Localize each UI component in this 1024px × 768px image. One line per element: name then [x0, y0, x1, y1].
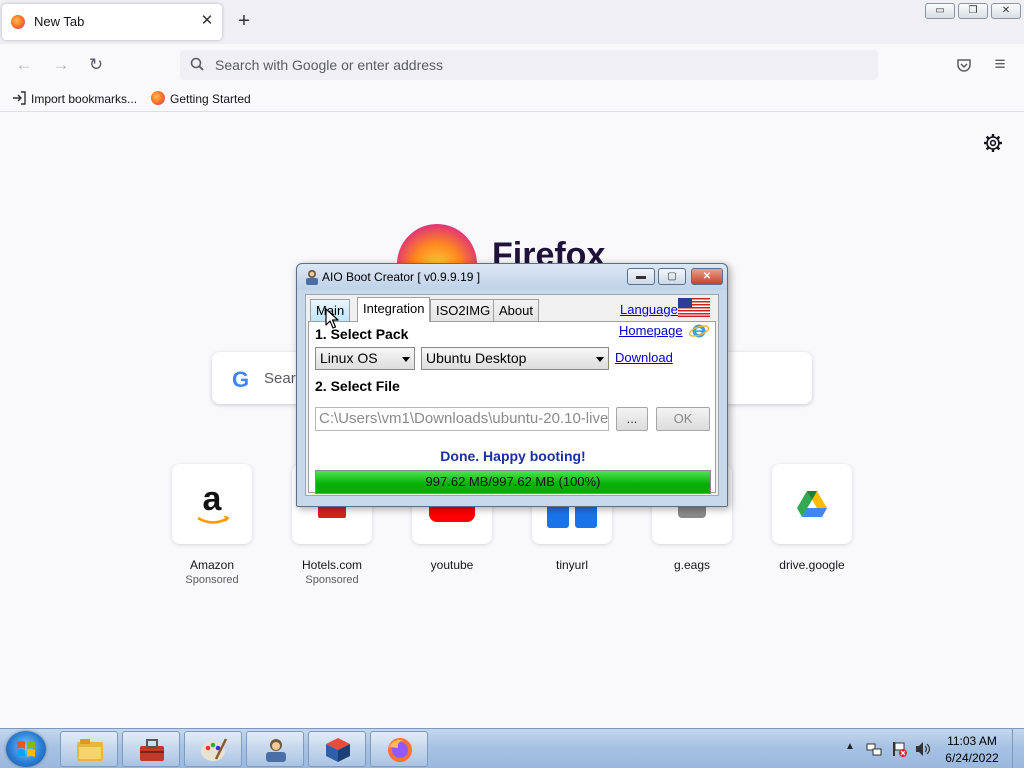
- pack-os-value: Linux OS: [320, 350, 378, 366]
- taskbar-aio-boot[interactable]: [246, 731, 304, 767]
- bookmark-import[interactable]: Import bookmarks...: [12, 91, 137, 106]
- tab-iso2img[interactable]: ISO2IMG: [430, 299, 497, 321]
- integration-panel: 1. Select Pack Homepage Linux OS Ubuntu …: [308, 321, 716, 494]
- top-site-title: Amazon: [189, 558, 235, 572]
- internet-explorer-icon[interactable]: [688, 322, 710, 340]
- box-3d-icon: [326, 738, 350, 762]
- gear-icon[interactable]: [983, 133, 1003, 153]
- top-site-title: tinyurl: [555, 558, 588, 572]
- aio-minimize-button[interactable]: ▬: [627, 268, 655, 285]
- homepage-link[interactable]: Homepage: [619, 323, 683, 338]
- language-link[interactable]: Language: [620, 302, 678, 317]
- pack-os-select[interactable]: Linux OS: [315, 347, 415, 370]
- chevron-down-icon: [402, 357, 410, 362]
- top-site-title: youtube: [430, 558, 474, 572]
- us-flag-icon[interactable]: [678, 298, 710, 317]
- tab-bar: New Tab ✕ + ▭ ❐ ✕: [0, 0, 1024, 44]
- aio-window-title: AIO Boot Creator [ v0.9.9.19 ]: [322, 270, 481, 284]
- aio-boot-icon: [306, 270, 318, 285]
- ok-button[interactable]: OK: [656, 407, 710, 431]
- bookmarks-toolbar: Import bookmarks... Getting Started: [0, 86, 1024, 112]
- sponsored-label: Sponsored: [185, 574, 239, 586]
- chevron-down-icon: [596, 357, 604, 362]
- aio-titlebar[interactable]: AIO Boot Creator [ v0.9.9.19 ] ▬ ▢ ✕: [297, 264, 727, 290]
- network-icon[interactable]: [866, 741, 882, 757]
- start-button[interactable]: [6, 731, 46, 767]
- volume-icon[interactable]: [915, 741, 931, 757]
- aio-body: Main Integration ISO2IMG About Language …: [305, 294, 719, 496]
- mouse-cursor-icon: [325, 308, 339, 329]
- progress-bar: 997.62 MB/997.62 MB (100%): [315, 470, 711, 494]
- aio-close-button[interactable]: ✕: [691, 268, 723, 285]
- top-site-amazon[interactable]: a Amazon Sponsored: [162, 464, 262, 586]
- taskbar-paint[interactable]: [184, 731, 242, 767]
- new-tab-button[interactable]: +: [234, 11, 254, 31]
- menu-button[interactable]: ≡: [989, 54, 1011, 76]
- firefox-icon: [151, 91, 165, 105]
- close-tab-icon[interactable]: ✕: [198, 12, 216, 30]
- aio-boot-creator-window: AIO Boot Creator [ v0.9.9.19 ] ▬ ▢ ✕ Mai…: [296, 263, 728, 507]
- import-icon: [13, 91, 26, 105]
- tab-integration[interactable]: Integration: [357, 297, 431, 322]
- pack-distro-select[interactable]: Ubuntu Desktop: [421, 347, 609, 370]
- top-site-drive-google[interactable]: drive.google: [762, 464, 862, 572]
- clock-time[interactable]: 11:03 AM: [940, 734, 1004, 748]
- tab-new-tab[interactable]: New Tab ✕: [2, 4, 222, 40]
- sponsored-label: Sponsored: [305, 574, 359, 586]
- windows-logo-icon: [17, 741, 35, 757]
- file-explorer-icon: [77, 739, 103, 761]
- address-bar-placeholder: Search with Google or enter address: [215, 57, 444, 73]
- taskbar-3d-box[interactable]: [308, 731, 366, 767]
- forward-button[interactable]: →: [50, 54, 72, 76]
- taskbar-file-explorer[interactable]: [60, 731, 118, 767]
- toolbox-icon: [140, 739, 164, 761]
- taskbar-toolbox[interactable]: [122, 731, 180, 767]
- close-window-button[interactable]: ✕: [991, 3, 1021, 19]
- pocket-icon[interactable]: [956, 57, 972, 73]
- pack-distro-value: Ubuntu Desktop: [426, 350, 527, 366]
- paint-icon: [201, 738, 228, 761]
- address-bar[interactable]: Search with Google or enter address: [180, 50, 878, 80]
- bookmark-getting-started-label: Getting Started: [170, 92, 251, 106]
- taskbar-firefox[interactable]: [370, 731, 428, 767]
- action-center-icon[interactable]: [891, 741, 907, 757]
- download-link[interactable]: Download: [615, 350, 673, 365]
- search-icon: [190, 57, 204, 71]
- navigation-bar: ← → ↻ Search with Google or enter addres…: [0, 44, 1024, 86]
- tab-title: New Tab: [34, 14, 85, 29]
- file-path-field[interactable]: C:\Users\vm1\Downloads\ubuntu-20.10-live…: [315, 407, 609, 431]
- show-desktop-button[interactable]: [1012, 729, 1024, 768]
- bookmark-import-label: Import bookmarks...: [31, 92, 138, 106]
- restore-window-button[interactable]: ❐: [958, 3, 988, 19]
- top-site-title: g.eags: [673, 558, 711, 572]
- clock-date[interactable]: 6/24/2022: [940, 751, 1004, 765]
- firefox-icon: [388, 738, 412, 762]
- tray-show-hidden-icon[interactable]: ▲: [845, 741, 855, 752]
- firefox-logo: [397, 224, 477, 268]
- amazon-icon: a: [172, 464, 252, 544]
- minimize-window-button[interactable]: ▭: [925, 3, 955, 19]
- google-drive-icon: [772, 464, 852, 544]
- reload-button[interactable]: ↻: [85, 54, 107, 76]
- aio-maximize-button[interactable]: ▢: [658, 268, 686, 285]
- top-site-title: Hotels.com: [301, 558, 363, 572]
- select-file-heading: 2. Select File: [315, 378, 400, 394]
- firefox-icon: [11, 15, 25, 29]
- bookmark-getting-started[interactable]: Getting Started: [151, 91, 251, 106]
- back-button[interactable]: ←: [13, 54, 35, 76]
- tab-about[interactable]: About: [493, 299, 539, 321]
- browse-button[interactable]: ...: [616, 407, 648, 431]
- top-site-title: drive.google: [779, 558, 845, 572]
- aio-boot-icon: [266, 739, 286, 762]
- status-message: Done. Happy booting!: [440, 448, 586, 464]
- progress-text: 997.62 MB/997.62 MB (100%): [425, 474, 601, 489]
- google-icon: G: [232, 367, 250, 392]
- taskbar: ▲ 11:03 AM 6/24/2022: [0, 728, 1024, 768]
